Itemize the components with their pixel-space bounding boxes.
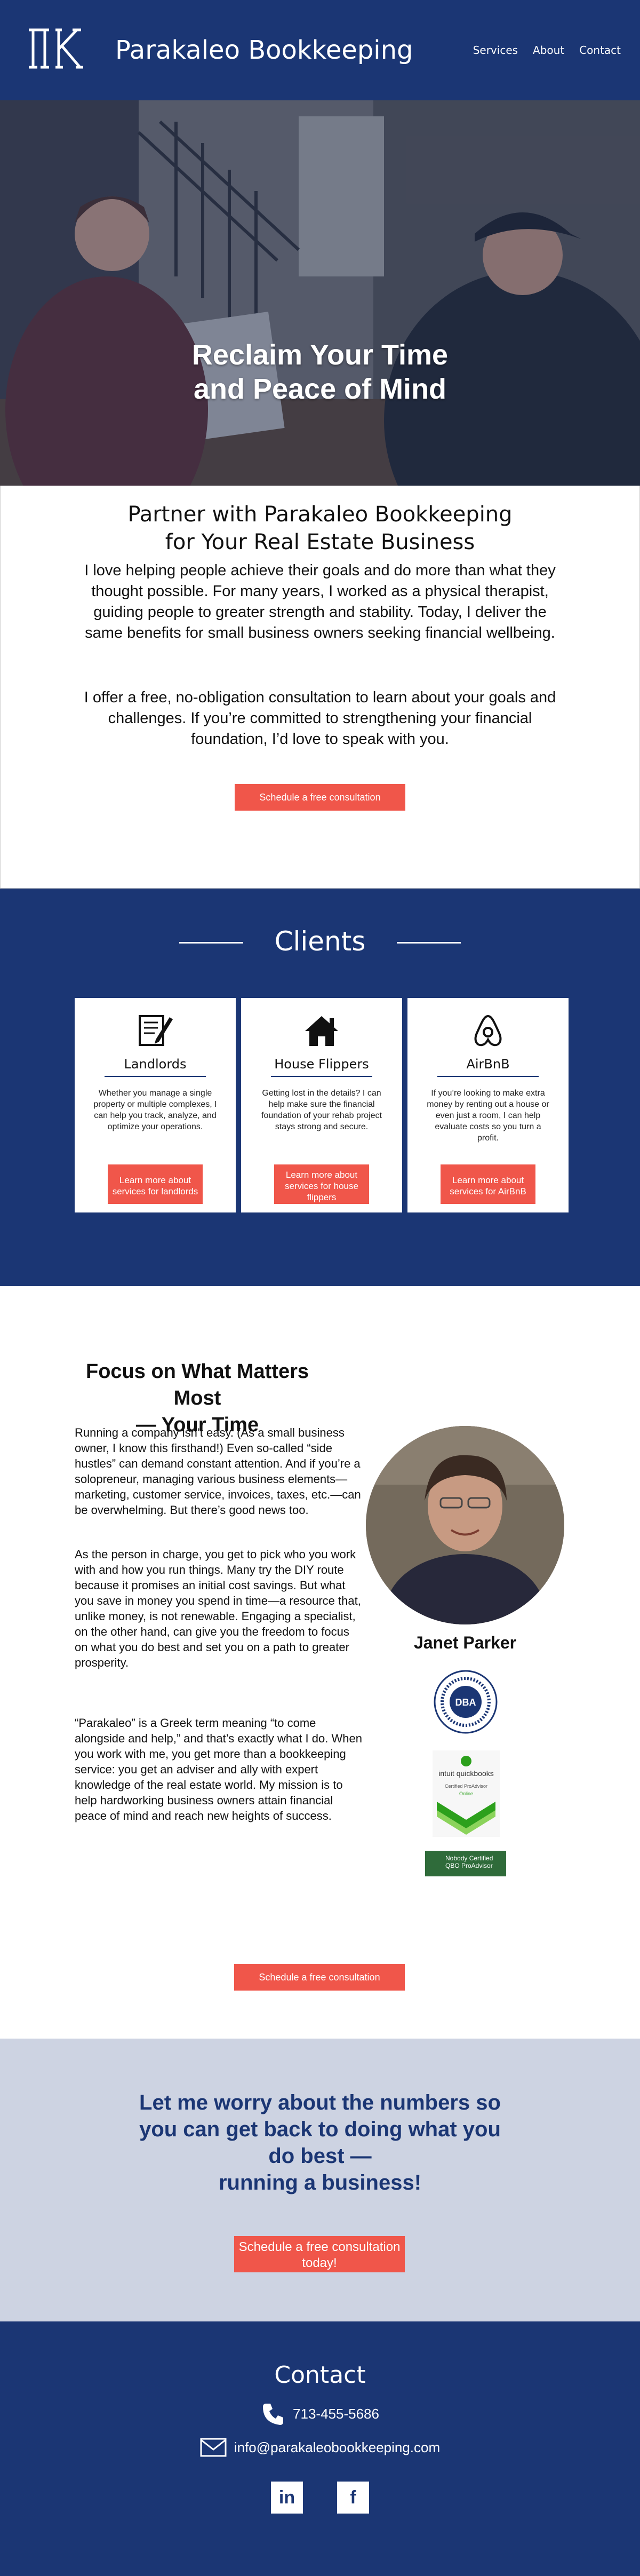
janet-parker-portrait bbox=[366, 1426, 564, 1624]
email-row[interactable]: info@parakaleobookkeeping.com bbox=[0, 2438, 640, 2457]
card-rule bbox=[105, 1076, 206, 1077]
page: Parakaleo Bookkeeping Services About Con… bbox=[0, 0, 640, 2576]
card-title: Landlords bbox=[124, 1057, 187, 1072]
email-address[interactable]: info@parakaleobookkeeping.com bbox=[234, 2439, 440, 2456]
hero-overlay bbox=[0, 100, 640, 486]
phone-row[interactable]: 713-455-5686 bbox=[0, 2401, 640, 2426]
card-title: House Flippers bbox=[274, 1057, 369, 1072]
focus-paragraph-1: Running a company isn’t easy. (As a smal… bbox=[75, 1426, 361, 1517]
worry-line2: you can get back to doing what you bbox=[139, 2118, 501, 2141]
person-name: Janet Parker bbox=[413, 1633, 517, 1652]
focus-heading-line1: Focus on What Matters Most bbox=[85, 1360, 309, 1409]
card-text: If you’re looking to make extra money by… bbox=[427, 1089, 549, 1143]
nav-contact[interactable]: Contact bbox=[579, 44, 621, 57]
cta-line2: today! bbox=[302, 2256, 337, 2270]
dba-badge: DBA bbox=[433, 1669, 498, 1734]
qb-line1-text: Certified ProAdvisor bbox=[445, 1784, 487, 1789]
client-card-airbnb: AirBnB If you’re looking to make extra m… bbox=[407, 998, 569, 1212]
focus-paragraph-2: As the person in charge, you get to pick… bbox=[75, 1548, 361, 1669]
focus-section: Focus on What Matters Most — Your Time R… bbox=[0, 1286, 640, 2039]
cta-line1: Schedule a free consultation bbox=[238, 2240, 401, 2254]
facebook-icon[interactable]: f bbox=[337, 2482, 369, 2514]
schedule-consultation-today-button[interactable]: Schedule a free consultation today! bbox=[234, 2236, 405, 2272]
card-text: Whether you manage a single property or … bbox=[93, 1089, 217, 1131]
house-icon bbox=[241, 1013, 402, 1050]
phone-icon bbox=[263, 2404, 284, 2425]
client-card-house-flippers: House Flippers Getting lost in the detai… bbox=[241, 998, 402, 1212]
hero-title-line2: and Peace of Mind bbox=[193, 373, 447, 405]
proadvisor-line2: QBO ProAdvisor bbox=[445, 1862, 493, 1869]
intro-heading-line2: for Your Real Estate Business bbox=[165, 530, 475, 554]
dba-badge-text: DBA bbox=[455, 1697, 476, 1708]
site-header: Parakaleo Bookkeeping Services About Con… bbox=[0, 0, 640, 100]
nav-about[interactable]: About bbox=[533, 44, 564, 57]
card-rule bbox=[271, 1076, 372, 1077]
focus-paragraph-3: “Parakaleo” is a Greek term meaning “to … bbox=[75, 1716, 362, 1822]
qb-line2-text: Online bbox=[459, 1791, 473, 1796]
card-rule bbox=[437, 1076, 539, 1077]
client-card-landlords: Landlords Whether you manage a single pr… bbox=[75, 998, 236, 1212]
airbnb-icon bbox=[407, 1013, 569, 1050]
worry-section: Let me worry about the numbers so you ca… bbox=[0, 2039, 640, 2321]
contact-title: Contact bbox=[274, 2361, 366, 2389]
proadvisor-line1: Nobody Certified bbox=[445, 1854, 493, 1862]
proadvisor-badge: Nobody Certified QBO ProAdvisor bbox=[425, 1851, 506, 1876]
clients-section: Clients Landlords Whether you manage a s… bbox=[0, 889, 640, 1286]
brand-name[interactable]: Parakaleo Bookkeeping bbox=[115, 35, 413, 65]
schedule-consultation-button[interactable]: Schedule a free consultation bbox=[234, 1964, 405, 1991]
document-pen-icon bbox=[75, 1013, 236, 1050]
clients-title: Clients bbox=[274, 926, 366, 957]
quickbooks-badge: intuit quickbooks Certified ProAdvisor O… bbox=[433, 1750, 500, 1837]
learn-more-house-flippers-button[interactable]: Learn more about services for house flip… bbox=[274, 1164, 369, 1204]
learn-more-airbnb-button[interactable]: Learn more about services for AirBnB bbox=[441, 1164, 535, 1204]
logo-icon[interactable] bbox=[26, 23, 84, 72]
contact-section: Contact 713-455-5686 info@parakaleobookk… bbox=[0, 2321, 640, 2576]
qb-brand-text: intuit quickbooks bbox=[438, 1769, 494, 1778]
hero-title-line1: Reclaim Your Time bbox=[191, 339, 449, 371]
worry-line4: running a business! bbox=[218, 2171, 422, 2194]
intro-heading-line1: Partner with Parakaleo Bookkeeping bbox=[127, 502, 513, 527]
main-nav: Services About Contact bbox=[473, 44, 621, 57]
worry-heading: Let me worry about the numbers so you ca… bbox=[96, 2089, 544, 2196]
card-text: Getting lost in the details? I can help … bbox=[261, 1089, 382, 1131]
hero-banner: Reclaim Your Time and Peace of Mind bbox=[0, 100, 640, 486]
nav-services[interactable]: Services bbox=[473, 44, 518, 57]
social-links: in f bbox=[0, 2482, 640, 2514]
linkedin-icon[interactable]: in bbox=[271, 2482, 303, 2514]
card-title: AirBnB bbox=[466, 1057, 510, 1072]
intro-section: Partner with Parakaleo Bookkeeping for Y… bbox=[0, 486, 640, 889]
email-icon bbox=[200, 2438, 227, 2457]
hero-title: Reclaim Your Time and Peace of Mind bbox=[0, 338, 640, 406]
clients-divider-right bbox=[397, 942, 461, 944]
intro-paragraph-1: I love helping people achieve their goal… bbox=[84, 562, 556, 641]
worry-line3: do best — bbox=[268, 2144, 372, 2168]
schedule-consultation-button[interactable]: Schedule a free consultation bbox=[235, 784, 405, 811]
intro-paragraph-2: I offer a free, no-obligation consultati… bbox=[84, 689, 556, 748]
learn-more-landlords-button[interactable]: Learn more about services for landlords bbox=[108, 1164, 203, 1204]
worry-line1: Let me worry about the numbers so bbox=[139, 2091, 501, 2114]
intro-heading: Partner with Parakaleo Bookkeeping for Y… bbox=[1, 501, 639, 556]
phone-number[interactable]: 713-455-5686 bbox=[293, 2406, 379, 2422]
